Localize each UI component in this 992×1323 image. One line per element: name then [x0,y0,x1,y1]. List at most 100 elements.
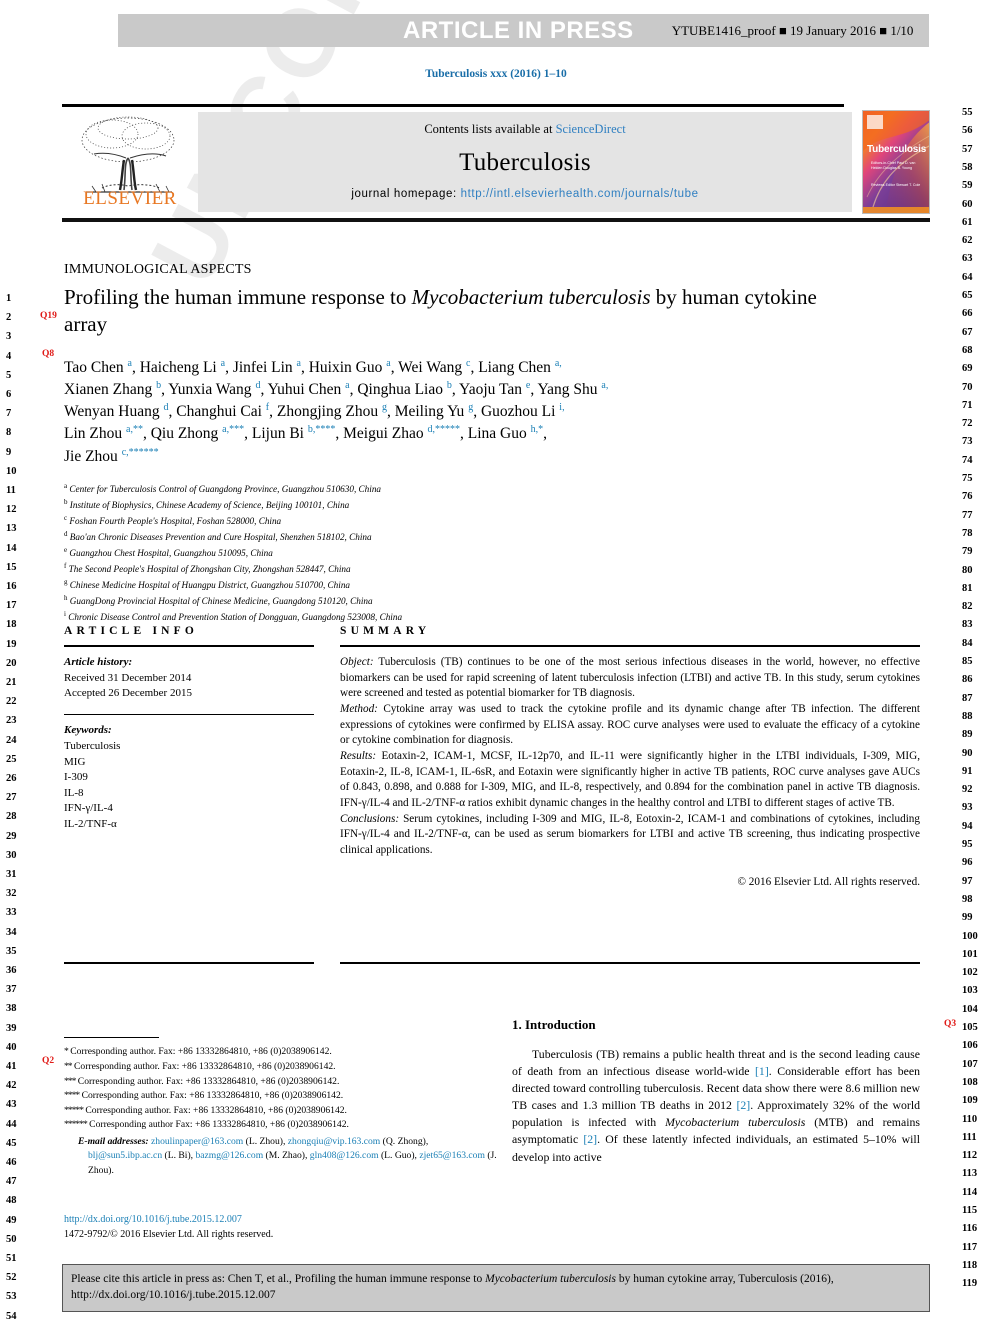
affiliation-text: Guangzhou Chest Hospital, Guangzhou 5100… [69,548,273,559]
cite-part-1: Please cite this article in press as: Ch… [71,1273,486,1285]
introduction-heading: 1. Introduction [512,1017,596,1032]
email-link[interactable]: bazmg@126.com [195,1150,263,1161]
email-owner: (M. Zhao), [263,1150,310,1162]
introduction-paragraph: Tuberculosis (TB) remains a public healt… [512,1047,920,1164]
keyword-item: Tuberculosis [64,739,121,752]
summary-copyright: © 2016 Elsevier Ltd. All rights reserved… [737,875,921,888]
email-owner: (Q. Zhong), [380,1135,429,1147]
line-number: 25 [6,753,17,765]
line-number: 84 [962,637,973,649]
line-number: 40 [6,1041,17,1053]
line-number: 70 [962,381,973,393]
line-number: 8 [6,427,12,439]
query-marker[interactable]: Q19 [40,311,57,321]
line-number: 75 [962,473,973,484]
affiliation-item: h GuangDong Provincial Hospital of Chine… [64,593,764,609]
article-section-heading: IMMUNOLOGICAL ASPECTS [64,262,252,277]
email-owner: (L. Guo), [378,1150,420,1162]
sciencedirect-link[interactable]: ScienceDirect [556,122,626,136]
line-number: 119 [962,1278,978,1290]
line-number: 51 [6,1253,17,1264]
received-date: Received 31 December 2014 [64,671,192,684]
query-marker[interactable]: Q2 [42,1056,54,1066]
affiliation-mark: h [64,594,68,603]
line-number: 52 [6,1272,17,1284]
email-link[interactable]: zhongqiu@vip.163.com [288,1136,381,1147]
line-number: 16 [6,581,17,592]
cite-species-name: Mycobacterium tuberculosis [485,1273,616,1285]
summary-results-text: Eotaxin-2, ICAM-1, MCSF, IL-12p70, and I… [340,750,920,810]
summary-heading: SUMMARY [340,625,431,637]
reference-link[interactable]: [1] [755,1064,769,1078]
line-number: 115 [962,1205,978,1216]
footnote-item: * Corresponding author. Fax: +86 1333286… [64,1046,332,1058]
cover-editors: Editors-in-Chief Paul D. van Helden Doug… [871,161,916,171]
line-number: 68 [962,344,973,356]
summary-method-label: Method: [340,703,378,716]
email-link[interactable]: blj@sun5.ibp.ac.cn [88,1150,162,1161]
reference-link[interactable]: [2] [736,1098,750,1112]
keyword-item: MIG [64,755,86,768]
journal-title: Tuberculosis [459,148,591,176]
line-number: 91 [962,765,973,777]
line-number: 27 [6,792,17,804]
author-line: Jie Zhou c,****** [64,446,159,465]
line-number: 46 [6,1157,17,1168]
line-number: 64 [962,271,973,283]
line-number: 62 [962,235,973,247]
journal-homepage-link[interactable]: http://intl.elsevierhealth.com/journals/… [461,188,699,200]
doi-link[interactable]: http://dx.doi.org/10.1016/j.tube.2015.12… [64,1212,273,1227]
line-number: 44 [6,1118,17,1130]
line-number: 99 [962,912,973,924]
doi-block: http://dx.doi.org/10.1016/j.tube.2015.12… [64,1212,273,1242]
line-number: 39 [6,1022,17,1034]
article-history-label: Article history: [64,656,133,668]
summary-body: Object: Tuberculosis (TB) continues to b… [340,655,920,890]
line-number: 56 [962,125,973,137]
line-number: 112 [962,1150,978,1162]
summary-results: Results: Eotaxin-2, ICAM-1, MCSF, IL-12p… [340,749,920,812]
line-number: 33 [6,907,17,919]
line-number: 76 [962,491,973,503]
footnote-rule [64,1037,159,1039]
line-number: 111 [962,1131,977,1143]
line-number: 5 [6,369,12,381]
reference-link[interactable]: [2] [583,1132,597,1146]
query-marker[interactable]: Q8 [42,349,54,359]
line-number: 65 [962,290,973,301]
cover-elsevier-mark [867,115,883,129]
line-number: 49 [6,1214,17,1226]
line-number: 97 [962,875,973,887]
affiliation-mark: f [64,562,67,571]
keyword-item: I-309 [64,771,88,784]
line-number: 110 [962,1113,978,1125]
journal-citation-line: Tuberculosis xxx (2016) 1–10 [425,68,567,80]
line-number: 81 [962,582,973,594]
line-number: 117 [962,1241,978,1253]
summary-conclusions: Conclusions: Serum cytokines, including … [340,812,920,859]
summary-object-text: Tuberculosis (TB) continues to be one of… [340,656,920,700]
line-number: 94 [962,820,973,832]
footnote-item: ** Corresponding author. Fax: +86 133328… [64,1060,336,1072]
email-link[interactable]: zhoulinpaper@163.com [151,1136,243,1147]
homepage-prefix: journal homepage: [351,188,461,200]
line-number: 29 [6,830,17,842]
line-number: 1 [6,293,12,304]
line-number: 38 [6,1003,17,1015]
line-number: 35 [6,945,17,957]
author-line: Tao Chen a, Haicheng Li a, Jinfei Lin a,… [64,358,562,377]
line-number: 4 [6,350,12,362]
line-number: 47 [6,1176,17,1188]
query-marker[interactable]: Q3 [944,1019,956,1029]
line-number: 37 [6,984,17,996]
keywords-label: Keywords: [64,724,112,737]
line-number: 103 [962,985,978,997]
line-number: 6 [6,389,12,400]
line-number: 113 [962,1168,978,1180]
email-link[interactable]: zjet65@163.com [419,1150,485,1161]
line-number: 26 [6,773,17,784]
affiliation-item: c Foshan Fourth People's Hospital, Fosha… [64,513,764,529]
line-number: 45 [6,1137,17,1149]
line-number: 12 [6,504,17,516]
email-link[interactable]: gln408@126.com [310,1150,379,1161]
